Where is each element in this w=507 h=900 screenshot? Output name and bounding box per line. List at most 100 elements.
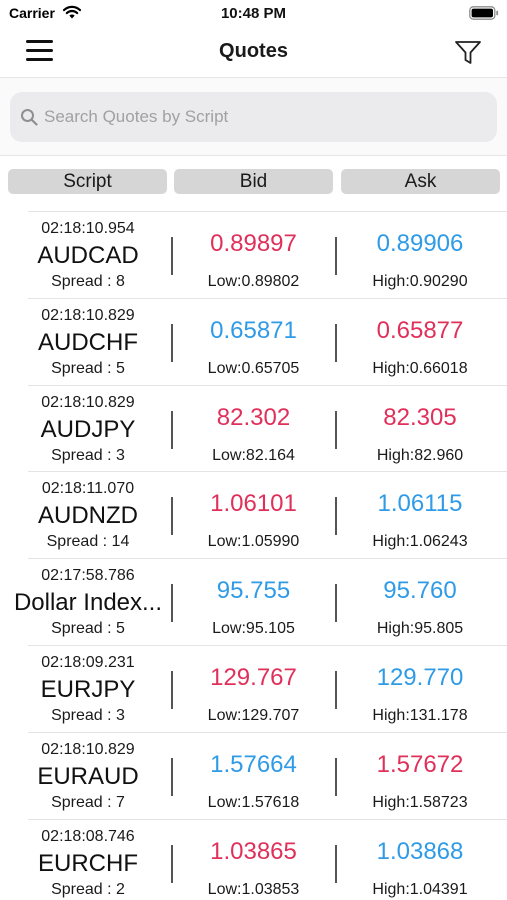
bid-price: 1.57664 — [210, 750, 297, 778]
high-price: High:0.66018 — [372, 359, 468, 377]
ask-price: 82.305 — [383, 403, 457, 431]
script-column-header[interactable]: Script — [8, 169, 167, 194]
bid-price: 0.65871 — [210, 316, 297, 344]
script-symbol: EURCHF — [38, 849, 138, 877]
quote-row[interactable]: 02:18:10.829 AUDJPY Spread : 3 82.302 Lo… — [28, 384, 507, 472]
ask-cell: 129.770 High:131.178 — [336, 646, 504, 732]
quote-timestamp: 02:18:09.231 — [41, 653, 135, 671]
ask-cell: 0.65877 High:0.66018 — [336, 299, 504, 385]
bid-cell: 129.767 Low:129.707 — [172, 646, 335, 732]
high-price: High:1.58723 — [372, 793, 468, 811]
high-price: High:131.178 — [372, 706, 468, 724]
bid-price: 1.03865 — [210, 837, 297, 865]
search-bar[interactable] — [10, 92, 497, 142]
quote-timestamp: 02:18:11.070 — [41, 480, 135, 498]
spread-value: Spread : 3 — [51, 446, 125, 464]
ask-price: 1.57672 — [376, 750, 464, 778]
spread-value: Spread : 3 — [51, 706, 125, 724]
script-cell: 02:18:09.231 EURJPY Spread : 3 — [0, 646, 176, 732]
search-icon — [21, 109, 38, 126]
spread-value: Spread : 2 — [51, 880, 125, 898]
quote-timestamp: 02:18:10.829 — [41, 740, 135, 758]
quote-row[interactable]: 02:18:08.746 EURCHF Spread : 2 1.03865 L… — [28, 818, 507, 900]
high-price: High:95.805 — [376, 620, 464, 638]
bid-price: 82.302 — [216, 403, 291, 431]
battery-icon — [469, 6, 499, 20]
quote-row[interactable]: 02:18:11.070 AUDNZD Spread : 14 1.06101 … — [28, 471, 507, 558]
quote-row[interactable]: 02:18:09.231 EURJPY Spread : 3 129.767 L… — [28, 644, 507, 732]
ask-cell: 95.760 High:95.805 — [336, 559, 504, 645]
low-price: Low:0.65705 — [207, 359, 300, 377]
spread-value: Spread : 7 — [51, 793, 125, 811]
quote-row[interactable]: 02:18:10.829 EURAUD Spread : 7 1.57664 L… — [28, 731, 507, 819]
search-input[interactable] — [44, 92, 484, 142]
spread-value: Spread : 14 — [46, 533, 130, 551]
script-cell: 02:18:10.829 AUDJPY Spread : 3 — [0, 386, 176, 472]
script-cell: 02:17:58.786 Dollar Index... Spread : 5 — [0, 559, 176, 645]
ask-cell: 0.89906 High:0.90290 — [336, 212, 504, 298]
high-price: High:0.90290 — [372, 273, 468, 290]
bid-cell: 0.89897 Low:0.89802 — [172, 212, 335, 298]
script-symbol: Dollar Index... — [13, 589, 163, 617]
low-price: Low:95.105 — [212, 620, 295, 638]
ask-cell: 82.305 High:82.960 — [336, 386, 504, 472]
script-symbol: AUDCAD — [37, 242, 139, 269]
bid-cell: 82.302 Low:82.164 — [172, 386, 335, 472]
script-symbol: AUDCHF — [38, 328, 138, 356]
quote-timestamp: 02:18:10.829 — [41, 393, 135, 411]
quote-row[interactable]: 02:17:58.786 Dollar Index... Spread : 5 … — [14, 558, 507, 645]
search-section — [0, 78, 507, 156]
clock-time: 10:48 PM — [220, 5, 287, 22]
ask-cell: 1.06115 High:1.06243 — [336, 472, 504, 558]
script-cell: 02:18:11.070 AUDNZD Spread : 14 — [0, 472, 176, 558]
ask-price: 1.03868 — [376, 837, 464, 865]
ask-column-header[interactable]: Ask — [341, 169, 500, 194]
spread-value: Spread : 5 — [51, 620, 125, 638]
bid-price: 0.89897 — [210, 230, 297, 257]
bid-column-header[interactable]: Bid — [174, 169, 333, 194]
script-symbol: AUDNZD — [38, 502, 138, 530]
ask-cell: 1.57672 High:1.58723 — [336, 733, 504, 819]
script-symbol: AUDJPY — [40, 415, 136, 443]
low-price: Low:1.03853 — [207, 880, 300, 898]
quotes-list: 02:18:10.954 AUDCAD Spread : 8 0.89897 L… — [0, 211, 507, 900]
low-price: Low:1.05990 — [207, 533, 300, 551]
low-price: Low:1.57618 — [207, 793, 300, 811]
ask-price: 1.06115 — [377, 490, 463, 518]
script-cell: 02:18:10.829 AUDCHF Spread : 5 — [0, 299, 176, 385]
low-price: Low:0.89802 — [207, 273, 300, 290]
quote-row[interactable]: 02:18:10.829 AUDCHF Spread : 5 0.65871 L… — [28, 297, 507, 385]
bid-price: 1.06101 — [210, 490, 297, 518]
bid-price: 129.767 — [210, 663, 297, 691]
script-cell: 02:18:08.746 EURCHF Spread : 2 — [0, 820, 176, 900]
bid-cell: 0.65871 Low:0.65705 — [172, 299, 335, 385]
quote-timestamp: 02:18:08.746 — [41, 827, 135, 845]
high-price: High:1.06243 — [372, 533, 468, 551]
script-symbol: EURJPY — [40, 675, 136, 703]
ask-price: 129.770 — [376, 663, 464, 691]
script-symbol: EURAUD — [37, 762, 139, 790]
status-bar: Carrier 10:48 PM — [0, 0, 507, 28]
low-price: Low:129.707 — [207, 706, 300, 724]
bid-cell: 95.755 Low:95.105 — [172, 559, 335, 645]
filter-icon[interactable] — [454, 40, 482, 66]
low-price: Low:82.164 — [212, 446, 295, 464]
high-price: High:82.960 — [376, 446, 464, 464]
script-cell: 02:18:10.954 AUDCAD Spread : 8 — [0, 212, 176, 298]
quote-timestamp: 02:18:10.829 — [41, 306, 135, 324]
script-cell: 02:18:10.829 EURAUD Spread : 7 — [0, 733, 176, 819]
ask-price: 95.760 — [383, 577, 457, 605]
ask-price: 0.65877 — [376, 316, 464, 344]
bid-cell: 1.57664 Low:1.57618 — [172, 733, 335, 819]
bid-cell: 1.03865 Low:1.03853 — [172, 820, 335, 900]
bid-price: 95.755 — [216, 577, 291, 605]
page-title: Quotes — [219, 40, 288, 62]
spread-value: Spread : 8 — [51, 273, 125, 290]
spread-value: Spread : 5 — [51, 359, 125, 377]
navigation-bar: Quotes — [0, 28, 507, 78]
ask-cell: 1.03868 High:1.04391 — [336, 820, 504, 900]
quote-timestamp: 02:18:10.954 — [41, 220, 135, 237]
quote-timestamp: 02:17:58.786 — [41, 567, 135, 585]
quote-row[interactable]: 02:18:10.954 AUDCAD Spread : 8 0.89897 L… — [28, 211, 507, 298]
column-header-row: Script Bid Ask — [0, 156, 507, 211]
